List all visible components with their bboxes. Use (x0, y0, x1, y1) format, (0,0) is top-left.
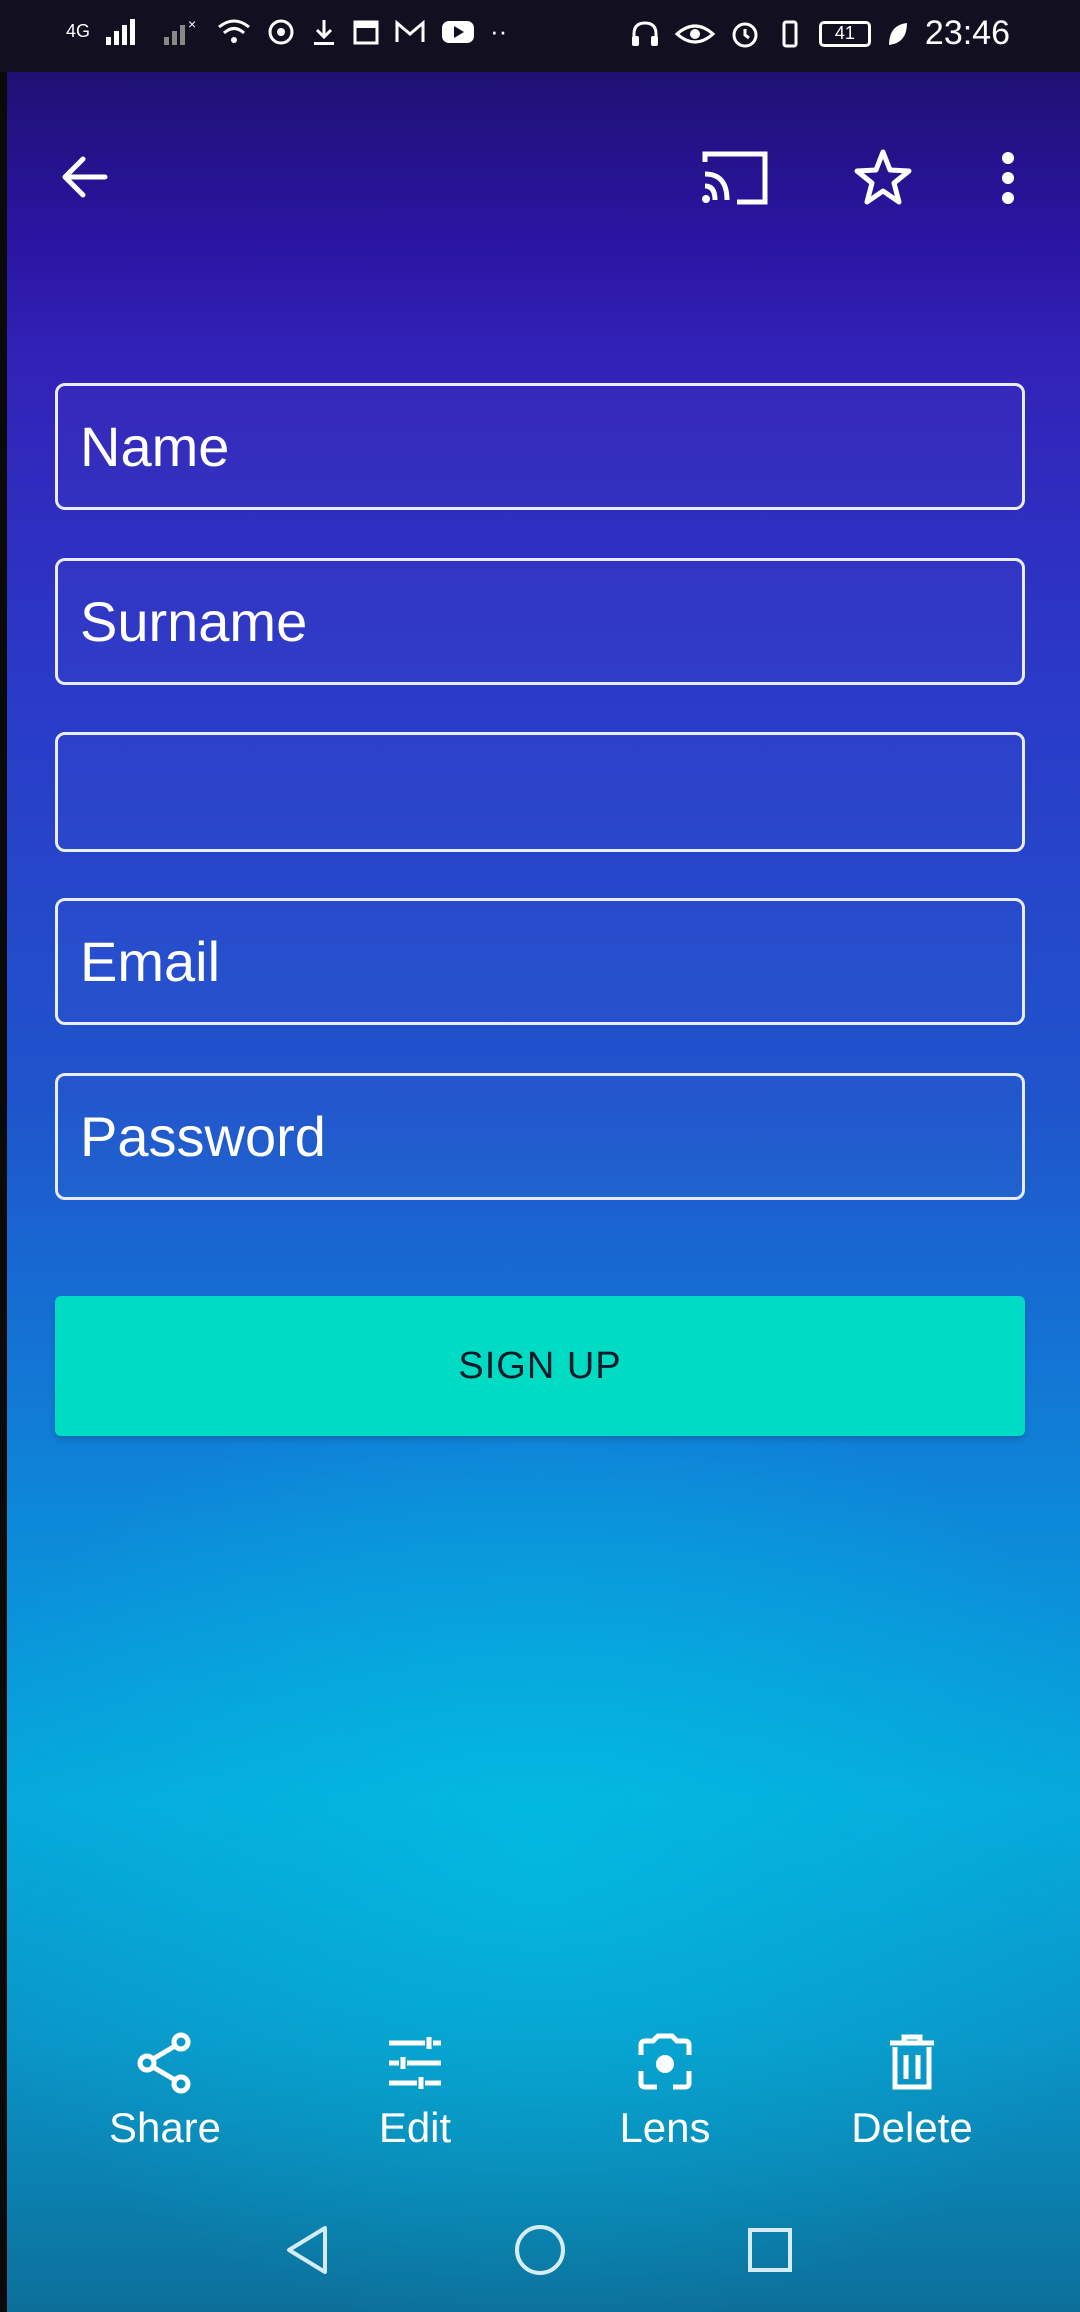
wifi-icon (218, 19, 250, 43)
left-edge-strip (0, 0, 7, 2312)
sign-up-button[interactable]: SIGN UP (55, 1296, 1025, 1436)
eye-icon (674, 24, 715, 43)
lens-button[interactable]: Lens (565, 2030, 765, 2170)
nav-home-button[interactable] (505, 2215, 575, 2285)
name-placeholder: Name (80, 415, 230, 478)
favorite-button[interactable] (845, 140, 921, 216)
edit-button[interactable]: Edit (315, 2030, 515, 2170)
battery-level: 41 (834, 23, 855, 43)
share-label: Share (108, 2104, 222, 2151)
nav-back-button[interactable] (272, 2215, 342, 2285)
photo-viewer-screen: 4G × ·· 41 23:46 Name Surname Email Pass… (0, 0, 1080, 2312)
trash-icon (890, 2034, 934, 2090)
sign-up-label: SIGN UP (458, 1344, 622, 1387)
star-outline-icon (854, 149, 912, 205)
headphones-icon (631, 20, 658, 46)
delete-button[interactable]: Delete (812, 2030, 1012, 2170)
battery-saver-leaf-icon (888, 22, 907, 45)
signal-no-service-icon: × (164, 17, 196, 45)
network-type-label: 4G (66, 21, 91, 41)
top-app-bar (0, 120, 1080, 240)
more-options-button[interactable] (990, 140, 1026, 216)
email-placeholder: Email (80, 930, 221, 993)
svg-text:×: × (188, 17, 196, 32)
email-field[interactable]: Email (55, 898, 1025, 1025)
edit-label: Edit (378, 2104, 452, 2151)
lens-label: Lens (619, 2104, 711, 2151)
status-bar: 4G × ·· 41 23:46 (0, 0, 1080, 72)
system-navigation-bar (0, 2205, 1080, 2295)
lens-icon (638, 2033, 692, 2090)
name-field[interactable]: Name (55, 383, 1025, 510)
triangle-back-icon (287, 2226, 327, 2274)
gmail-icon (395, 19, 425, 42)
signal-icon (106, 18, 136, 45)
surname-field[interactable]: Surname (55, 558, 1025, 685)
password-placeholder: Password (80, 1105, 326, 1168)
alarm-icon (732, 22, 758, 47)
share-button[interactable]: Share (65, 2030, 265, 2170)
vibrate-icon (782, 20, 798, 47)
back-button[interactable] (50, 142, 120, 212)
cast-button[interactable] (695, 140, 775, 216)
status-time: 23:46 (924, 14, 1010, 52)
more-notifications-icon: ·· (490, 16, 508, 46)
share-icon (137, 2032, 191, 2094)
circle-home-icon (515, 2225, 565, 2275)
calendar-icon (353, 20, 379, 44)
surname-placeholder: Surname (80, 590, 308, 653)
download-icon (314, 19, 335, 45)
password-field[interactable]: Password (55, 1073, 1025, 1200)
more-vert-icon (1002, 152, 1014, 204)
delete-label: Delete (851, 2104, 973, 2151)
tune-sliders-icon (389, 2037, 441, 2089)
cast-icon (702, 151, 768, 205)
unlabeled-field[interactable] (55, 732, 1025, 852)
youtube-icon (442, 20, 475, 43)
square-recents-icon (748, 2228, 792, 2272)
battery-icon: 41 (818, 20, 871, 47)
status-left-icons: 4G × ·· (66, 16, 507, 47)
status-right-icons: 41 23:46 (629, 14, 1010, 53)
arrow-back-icon (62, 156, 108, 198)
photo-action-bar: Share Edit Lens Delete (0, 2030, 1080, 2170)
nav-recents-button[interactable] (735, 2215, 805, 2285)
hotspot-icon (268, 19, 294, 44)
